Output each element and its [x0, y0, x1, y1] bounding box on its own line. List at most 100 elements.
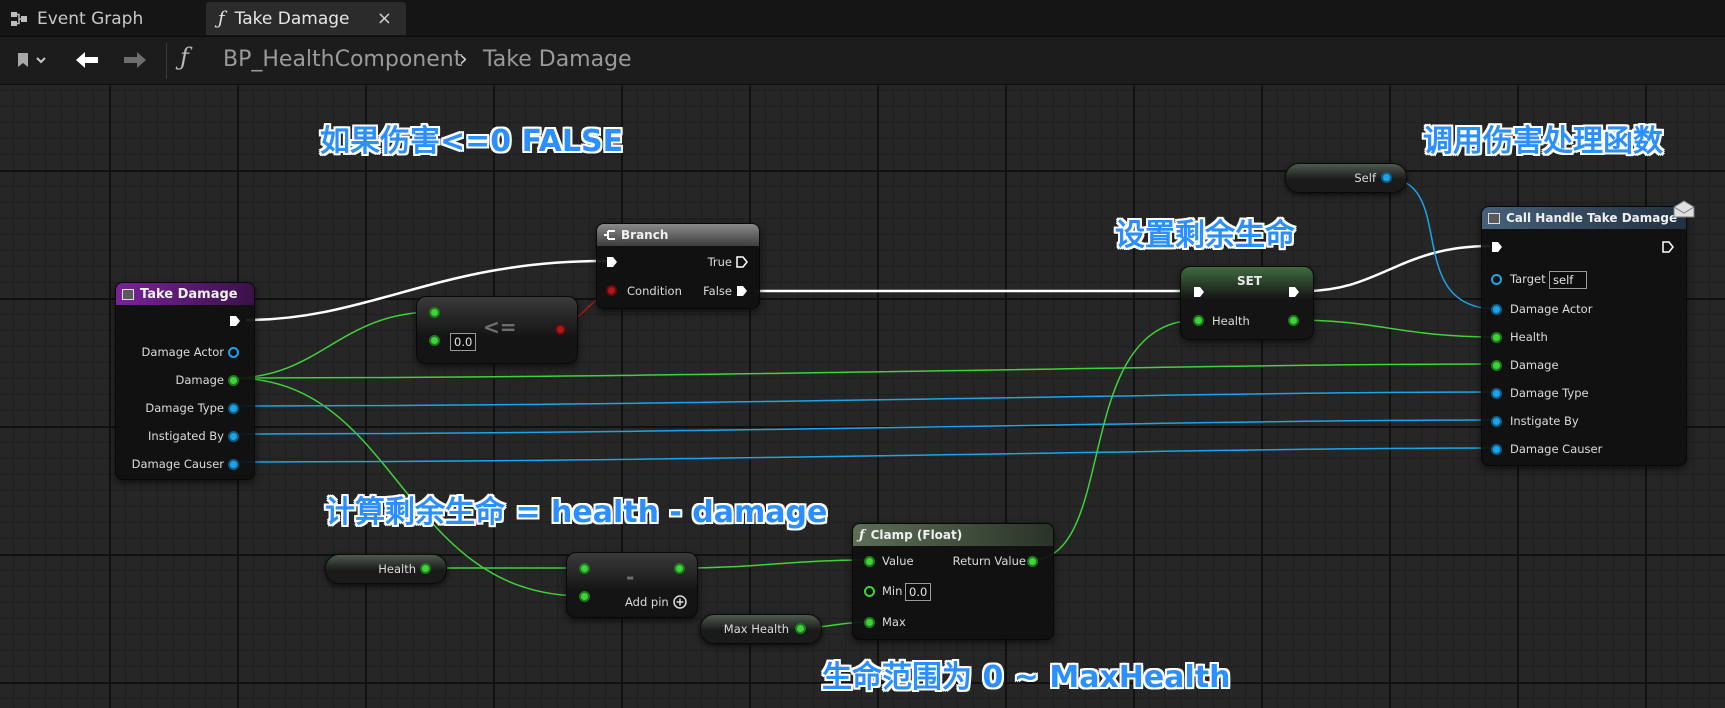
clamp-return-pin[interactable]: [1027, 556, 1038, 567]
set-health-in-pin[interactable]: [1193, 315, 1204, 326]
node-branch[interactable]: Branch True Condition False: [596, 223, 760, 309]
target-value[interactable]: self: [1549, 271, 1587, 289]
clamp-return-label: Return Value: [952, 554, 1026, 568]
subtract-b-pin[interactable]: [579, 591, 590, 602]
call-pin[interactable]: [1491, 388, 1502, 399]
event-graph-icon: [11, 11, 27, 26]
target-pin[interactable]: [1491, 274, 1502, 285]
annotation-set: 设置剩余生命: [1115, 218, 1295, 253]
pin-label: Damage Type: [145, 401, 224, 415]
call-pin-label: Damage Causer: [1510, 442, 1603, 456]
self-label: Self: [1354, 171, 1376, 185]
node-health-var[interactable]: Health: [325, 554, 447, 584]
pin-label: Damage Causer: [131, 457, 224, 471]
function-icon: ƒ: [859, 527, 865, 543]
add-circle-icon[interactable]: [673, 595, 687, 609]
set-health-label: Health: [1212, 314, 1250, 328]
forward-button[interactable]: [118, 45, 152, 75]
set-health-out-pin[interactable]: [1288, 315, 1299, 326]
node-branch-title: Branch: [621, 228, 669, 242]
exec-in-pin[interactable]: [1193, 286, 1205, 298]
breadcrumb-blueprint[interactable]: BP_HealthComponent: [223, 47, 462, 72]
node-clamp[interactable]: ƒ Clamp (Float) Value Return Value Min 0…: [852, 523, 1054, 640]
node-set[interactable]: SET Health: [1180, 266, 1314, 340]
exec-out-pin[interactable]: [1288, 286, 1300, 298]
tab-bar: Event Graph ƒ Take Damage ×: [0, 0, 1725, 37]
node-less-equal[interactable]: 0.0 <=: [416, 296, 578, 364]
condition-pin[interactable]: [606, 285, 617, 296]
tab-take-damage-label: Take Damage: [234, 8, 350, 29]
tab-event-graph-label: Event Graph: [37, 8, 144, 29]
exec-in-pin[interactable]: [1491, 241, 1503, 253]
clamp-min-pin[interactable]: [864, 586, 875, 597]
clamp-min-value[interactable]: 0.0: [905, 583, 932, 601]
back-button[interactable]: [70, 45, 104, 75]
toolbar-divider: [166, 43, 167, 79]
function-entry-icon: [122, 288, 134, 300]
subtract-result-pin[interactable]: [674, 563, 685, 574]
breadcrumb-current[interactable]: Take Damage: [483, 47, 632, 72]
annotation-branch: 如果伤害<=0 FALSE: [320, 124, 624, 159]
self-out-pin[interactable]: [1381, 172, 1392, 183]
instigated-by-pin[interactable]: [228, 431, 239, 442]
damage-actor-pin[interactable]: [228, 347, 239, 358]
clamp-max-pin[interactable]: [864, 617, 875, 628]
node-subtract[interactable]: - Add pin: [566, 552, 698, 618]
node-max-health-var[interactable]: Max Health: [700, 614, 822, 644]
node-set-title: SET: [1237, 274, 1263, 288]
close-icon[interactable]: ×: [377, 8, 392, 29]
exec-in-pin[interactable]: [606, 256, 618, 268]
compare-operator: <=: [483, 315, 517, 339]
bookmark-dropdown-button[interactable]: [10, 45, 52, 75]
damage-causer-pin[interactable]: [228, 459, 239, 470]
max-health-var-label: Max Health: [723, 622, 789, 636]
chevron-down-icon: [35, 57, 46, 64]
exec-out-pin[interactable]: [1662, 241, 1674, 253]
node-self[interactable]: Self: [1285, 163, 1407, 193]
call-pin-label: Health: [1510, 330, 1548, 344]
bookmark-icon: [17, 53, 28, 67]
branch-false-label: False: [703, 284, 732, 298]
node-call-title: Call Handle Take Damage: [1506, 211, 1678, 225]
max-health-var-out-pin[interactable]: [795, 623, 806, 634]
health-var-out-pin[interactable]: [420, 563, 431, 574]
exec-out-pin[interactable]: [229, 315, 241, 327]
compare-a-pin[interactable]: [429, 307, 440, 318]
call-pin[interactable]: [1491, 360, 1502, 371]
clamp-min-label: Min: [882, 584, 903, 598]
branch-icon: [604, 230, 615, 240]
compare-b-pin[interactable]: [429, 335, 440, 346]
node-clamp-title: Clamp (Float): [870, 528, 963, 542]
damage-type-pin[interactable]: [228, 403, 239, 414]
clamp-max-label: Max: [882, 615, 906, 629]
function-call-icon: [1488, 212, 1500, 224]
call-pin-label: Damage: [1510, 358, 1559, 372]
node-take-damage-header: Take Damage: [116, 283, 254, 305]
call-pin-label: Instigate By: [1510, 414, 1579, 428]
subtract-a-pin[interactable]: [579, 563, 590, 574]
health-var-label: Health: [378, 562, 416, 576]
add-pin-label[interactable]: Add pin: [625, 595, 669, 609]
node-call-handle-take-damage[interactable]: Call Handle Take Damage Target self Dama…: [1481, 200, 1695, 466]
tab-take-damage[interactable]: ƒ Take Damage ×: [206, 2, 406, 35]
pin-label: Instigated By: [148, 429, 224, 443]
annotation-range: 生命范围为 0 ~ MaxHealth: [822, 660, 1231, 695]
pin-label: Damage: [175, 373, 224, 387]
message-envelope-icon: [1673, 200, 1695, 218]
tab-event-graph[interactable]: Event Graph: [6, 2, 186, 35]
call-pin[interactable]: [1491, 304, 1502, 315]
clamp-value-pin[interactable]: [864, 556, 875, 567]
exec-true-pin[interactable]: [736, 256, 748, 268]
branch-condition-label: Condition: [627, 284, 682, 298]
exec-false-pin[interactable]: [736, 285, 748, 297]
node-branch-header: Branch: [597, 224, 759, 246]
call-pin[interactable]: [1491, 332, 1502, 343]
breadcrumb-function-icon: ƒ: [180, 43, 189, 71]
call-pin[interactable]: [1491, 444, 1502, 455]
damage-pin[interactable]: [228, 375, 239, 386]
compare-b-value[interactable]: 0.0: [450, 333, 477, 351]
breadcrumb-separator: ›: [459, 47, 468, 72]
node-take-damage[interactable]: Take Damage Damage Actor Damage Damage T…: [115, 282, 255, 480]
compare-result-pin[interactable]: [555, 324, 566, 335]
call-pin[interactable]: [1491, 416, 1502, 427]
